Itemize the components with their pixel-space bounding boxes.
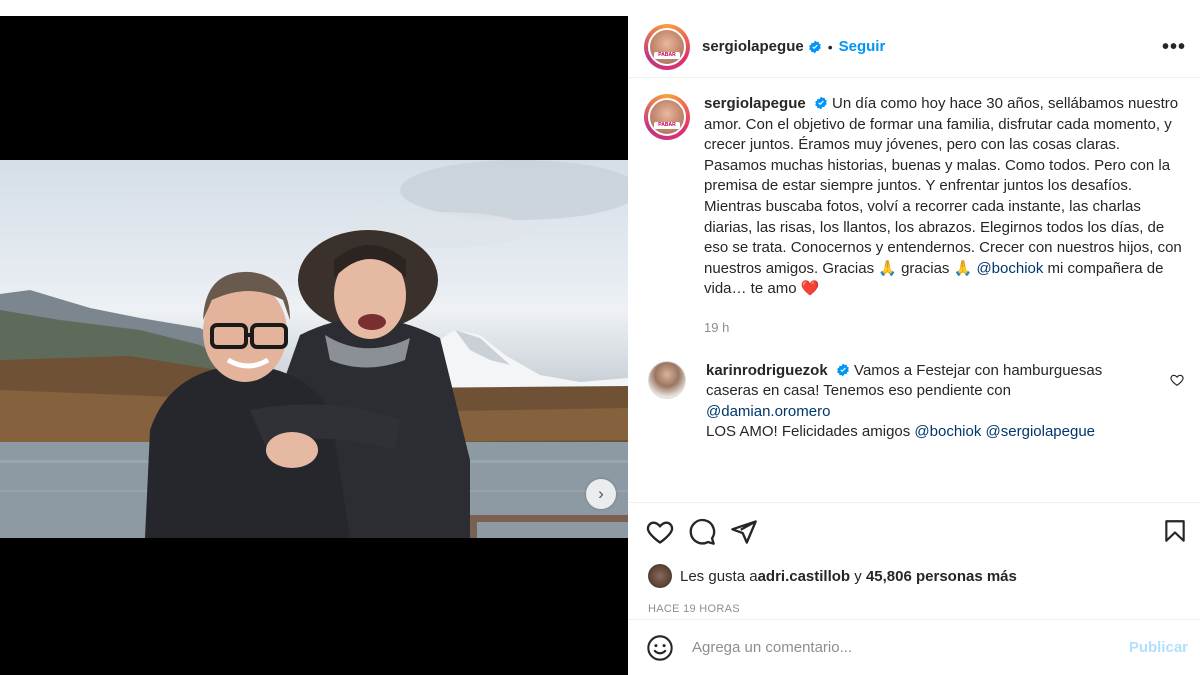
avatar: PABAR xyxy=(648,27,686,66)
caption-avatar-ring[interactable]: PABAR xyxy=(644,94,690,140)
caption-text: Un día como hoy hace 30 años, sellábamos… xyxy=(704,95,1182,277)
follow-button[interactable]: Seguir xyxy=(839,38,886,55)
caption-text-block: sergiolapegue Un día como hoy hace 30 añ… xyxy=(704,94,1184,339)
emoji-icon[interactable] xyxy=(646,634,674,662)
avatar[interactable] xyxy=(648,564,672,588)
comments-list[interactable]: PABAR sergiolapegue Un día como hoy hace… xyxy=(628,78,1200,503)
verified-badge-icon xyxy=(837,363,849,376)
like-comment-heart-icon[interactable] xyxy=(1170,373,1184,387)
likes-user[interactable]: adri.castillob xyxy=(758,568,851,585)
comment-mention[interactable]: @bochiok xyxy=(914,423,981,440)
share-icon[interactable] xyxy=(730,518,758,546)
publish-button[interactable]: Publicar xyxy=(1129,639,1188,656)
comment-item: karinrodriguezok Vamos a Festejar con ha… xyxy=(644,360,1184,443)
post-side-panel: PABAR sergiolapegue • Seguir ••• PABAR s… xyxy=(628,16,1200,675)
post-actions-bar xyxy=(628,503,1200,561)
save-bookmark-icon[interactable] xyxy=(1162,518,1188,544)
post-caption: PABAR sergiolapegue Un día como hoy hace… xyxy=(644,94,1184,339)
chevron-right-icon: › xyxy=(598,484,604,503)
likes-prefix: Les gusta a xyxy=(680,567,758,585)
avatar[interactable] xyxy=(648,360,686,399)
author-username[interactable]: sergiolapegue xyxy=(702,38,804,55)
comment-icon[interactable] xyxy=(688,518,716,546)
photo-illustration xyxy=(0,160,628,538)
avatar-tag: PABAR xyxy=(654,122,680,129)
instagram-post-view: › PABAR sergiolapegue • Seguir ••• PABAR… xyxy=(0,0,1200,675)
caption-time[interactable]: 19 h xyxy=(704,318,1184,339)
avatar-tag: PABAR xyxy=(654,51,680,59)
post-media: › xyxy=(0,16,628,675)
likes-middle: y xyxy=(850,567,866,585)
author-avatar-ring[interactable]: PABAR xyxy=(644,23,690,70)
caption-mention[interactable]: @bochiok xyxy=(976,260,1043,277)
comment-text-block: karinrodriguezok Vamos a Festejar con ha… xyxy=(706,361,1126,443)
comment-username[interactable]: karinrodriguezok xyxy=(706,362,828,379)
comment-text-2: LOS AMO! Felicidades amigos xyxy=(706,423,915,441)
comment-input[interactable] xyxy=(692,639,1129,656)
caption-username[interactable]: sergiolapegue xyxy=(704,95,806,112)
post-header: PABAR sergiolapegue • Seguir ••• xyxy=(628,16,1200,78)
likes-count[interactable]: 45,806 personas más xyxy=(866,568,1017,585)
likes-summary: Les gusta a adri.castillob y 45,806 pers… xyxy=(628,561,1200,591)
comment-mention[interactable]: @sergiolapegue xyxy=(986,423,1095,440)
verified-badge-icon xyxy=(815,96,827,110)
separator-dot: • xyxy=(827,38,833,55)
like-heart-icon[interactable] xyxy=(646,518,674,546)
avatar: PABAR xyxy=(648,98,686,136)
comment-mention[interactable]: @damian.oromero xyxy=(706,403,830,420)
carousel-next-button[interactable]: › xyxy=(586,479,616,509)
verified-badge-icon xyxy=(808,40,821,53)
more-options-icon[interactable]: ••• xyxy=(1162,36,1186,59)
post-photo[interactable]: › xyxy=(0,160,628,538)
add-comment-bar: Publicar xyxy=(628,619,1200,675)
